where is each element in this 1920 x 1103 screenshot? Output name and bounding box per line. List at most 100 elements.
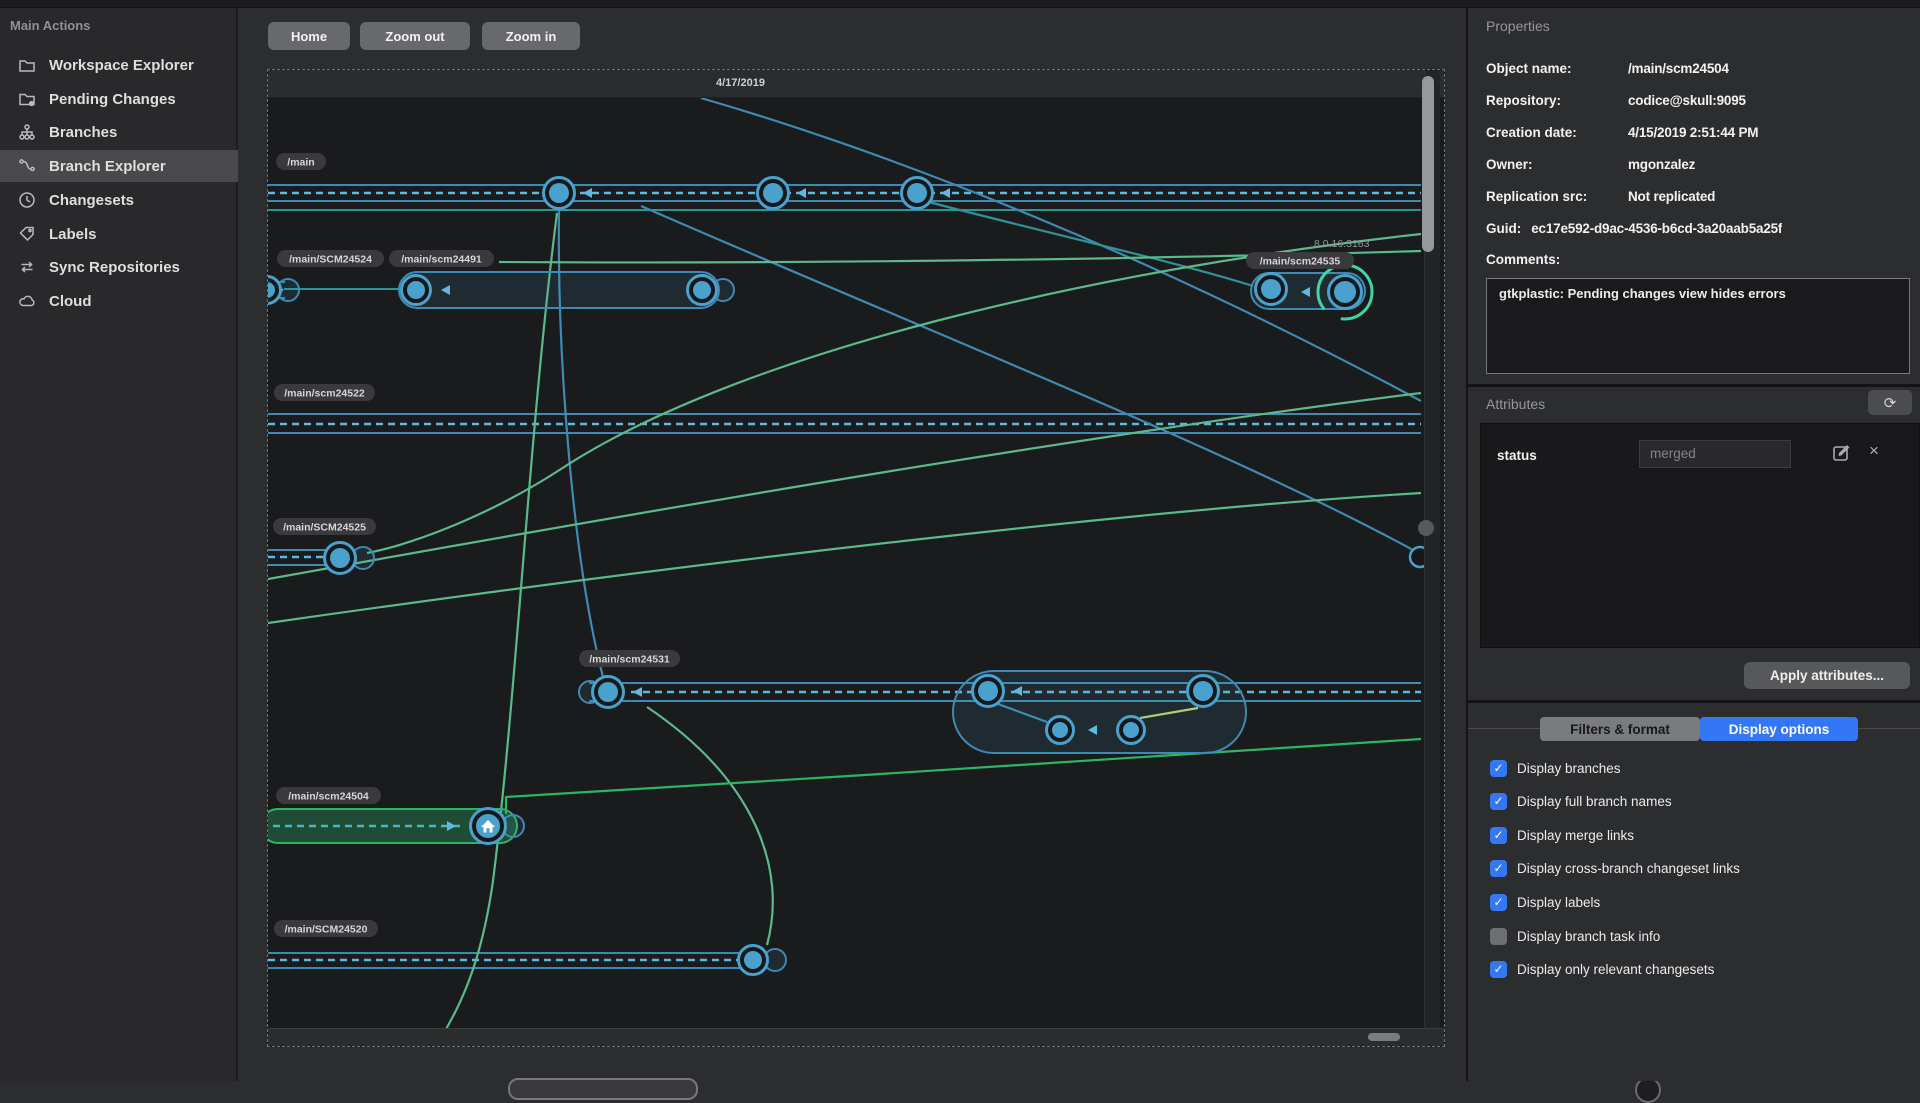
property-row: Object name: /main/scm24504	[1486, 52, 1912, 84]
checkbox-label: Display branch task info	[1517, 928, 1661, 944]
sidebar-item-cloud[interactable]: Cloud	[0, 285, 238, 317]
property-value: mgonzalez	[1628, 156, 1696, 172]
tab-filters-format[interactable]: Filters & format	[1540, 717, 1700, 741]
checked-checkbox-icon[interactable]: ✓	[1490, 759, 1507, 777]
sidebar-item-branch-explorer[interactable]: Branch Explorer	[0, 150, 238, 182]
checked-checkbox-icon[interactable]: ✓	[1490, 860, 1507, 878]
property-value: Not replicated	[1628, 188, 1716, 204]
property-row: Replication src: Not replicated	[1486, 180, 1912, 212]
edit-icon	[1833, 445, 1850, 461]
unchecked-checkbox-icon[interactable]: ✓	[1490, 927, 1507, 945]
checkbox-row-display-full-branch-names[interactable]: ✓ Display full branch names	[1490, 790, 1672, 814]
sidebar-item-labels[interactable]: Labels	[0, 218, 238, 250]
checkbox-label: Display merge links	[1517, 827, 1635, 843]
checked-checkbox-icon[interactable]: ✓	[1490, 793, 1507, 811]
home-button[interactable]: Home	[268, 22, 350, 50]
property-row: Guid: ec17e592-d9ac-4536-b6cd-3a20aab5a25…	[1486, 212, 1912, 244]
properties-title: Properties	[1486, 18, 1550, 34]
property-value: /main/scm24504	[1628, 60, 1729, 76]
property-label: Owner:	[1486, 156, 1533, 172]
tag-icon	[17, 224, 37, 244]
sidebar-item-label: Branch Explorer	[49, 157, 166, 175]
remove-attribute-button[interactable]: ×	[1863, 440, 1885, 462]
comments-box[interactable]: gtkplastic: Pending changes view hides e…	[1486, 278, 1910, 374]
refresh-button[interactable]: ⟳	[1868, 390, 1912, 415]
sidebar: Main Actions Workspace Explorer Pending C…	[0, 8, 238, 1081]
apply-attributes-button[interactable]: Apply attributes...	[1744, 662, 1910, 689]
zoom-out-button[interactable]: Zoom out	[360, 22, 470, 50]
vertical-scrollbar-thumb[interactable]	[1422, 76, 1434, 252]
sidebar-item-label: Changesets	[49, 191, 135, 209]
tree-icon	[17, 122, 37, 142]
property-label: Repository:	[1486, 92, 1562, 108]
sidebar-item-label: Labels	[49, 225, 97, 243]
property-label: Object name:	[1486, 60, 1572, 76]
property-row: Creation date: 4/15/2019 2:51:44 PM	[1486, 116, 1912, 148]
property-value: 4/15/2019 2:51:44 PM	[1628, 124, 1759, 140]
checked-checkbox-icon[interactable]: ✓	[1490, 893, 1507, 911]
branch-label[interactable]: /main/scm24522	[284, 388, 365, 400]
canvas-footer	[268, 1028, 1444, 1046]
section-divider	[1468, 384, 1920, 387]
branch-label[interactable]: /main/scm24531	[589, 654, 670, 666]
sync-icon	[17, 257, 37, 277]
checkbox-row-display-only-relevant-changesets[interactable]: ✓ Display only relevant changesets	[1490, 958, 1714, 982]
sidebar-item-branches[interactable]: Branches	[0, 116, 238, 148]
bottom-horizontal-scrollbar[interactable]	[508, 1078, 698, 1100]
checkbox-row-display-labels[interactable]: ✓ Display labels	[1490, 890, 1600, 914]
property-value: codice@skull:9095	[1628, 92, 1746, 108]
right-panel: Properties Object name: /main/scm24504 Rep…	[1466, 8, 1920, 1081]
property-row: Repository: codice@skull:9095	[1486, 84, 1912, 116]
refresh-icon: ⟳	[1883, 394, 1897, 412]
date-label: 4/17/2019	[716, 77, 765, 89]
branch-explorer-canvas[interactable]: /main/main/SCM24524/main/scm24491/main/s…	[267, 69, 1445, 1047]
branch-label[interactable]: /main/SCM24524	[289, 254, 372, 266]
clock-icon	[17, 190, 37, 210]
checkbox-row-display-branch-task-info[interactable]: ✓ Display branch task info	[1490, 924, 1660, 948]
checkbox-row-display-cross-branch-changeset-links[interactable]: ✓ Display cross-branch changeset links	[1490, 857, 1740, 881]
vertical-scrollbar[interactable]	[1422, 70, 1440, 1046]
horizontal-scrollbar-thumb[interactable]	[1368, 1033, 1400, 1041]
zoom-in-button[interactable]: Zoom in	[482, 22, 580, 50]
sidebar-item-label: Cloud	[49, 292, 92, 310]
sidebar-item-workspace-explorer[interactable]: Workspace Explorer	[0, 49, 238, 81]
edit-attribute-button[interactable]	[1831, 442, 1853, 464]
attributes-table[interactable]: status merged ×	[1480, 423, 1920, 648]
checkbox-label: Display cross-branch changeset links	[1517, 861, 1740, 877]
tab-display-options[interactable]: Display options	[1700, 717, 1858, 741]
property-label: Creation date:	[1486, 124, 1577, 140]
sidebar-item-sync-repositories[interactable]: Sync Repositories	[0, 251, 238, 283]
checkbox-label: Display labels	[1517, 894, 1601, 910]
sidebar-header: Main Actions	[10, 18, 91, 33]
checked-checkbox-icon[interactable]: ✓	[1490, 961, 1507, 979]
window-top-bar	[0, 0, 1920, 8]
branch-label[interactable]: /main/scm24535	[1260, 256, 1341, 268]
branch-label[interactable]: /main/SCM24520	[285, 924, 368, 936]
sidebar-item-label: Pending Changes	[49, 90, 176, 108]
sidebar-item-changesets[interactable]: Changesets	[0, 184, 238, 216]
folder-badge-icon	[17, 89, 37, 109]
attribute-value-field[interactable]: merged	[1639, 440, 1791, 468]
branch-label[interactable]: /main/scm24504	[288, 791, 369, 803]
checked-checkbox-icon[interactable]: ✓	[1490, 826, 1507, 844]
cloud-icon	[17, 291, 37, 311]
comments-label: Comments:	[1486, 252, 1561, 267]
checkbox-label: Display only relevant changesets	[1517, 962, 1715, 978]
property-value: ec17e592-d9ac-4536-b6cd-3a20aab5a25f	[1531, 220, 1783, 236]
section-divider-2	[1468, 700, 1920, 703]
version-label: 8.0.16.3163	[1314, 238, 1370, 250]
scrollbar-handle-bump[interactable]	[1418, 520, 1434, 536]
attributes-title: Attributes	[1486, 396, 1546, 412]
branch-label[interactable]: /main/scm24491	[401, 254, 482, 266]
sidebar-item-label: Branches	[49, 123, 118, 141]
sidebar-item-pending-changes[interactable]: Pending Changes	[0, 83, 238, 115]
close-icon: ×	[1869, 441, 1879, 460]
checkbox-label: Display branches	[1517, 760, 1621, 776]
canvas-date-header: 4/17/2019	[268, 70, 1444, 98]
branch-label[interactable]: /main	[287, 157, 314, 169]
property-label: Guid:	[1486, 220, 1522, 236]
checkbox-row-display-merge-links[interactable]: ✓ Display merge links	[1490, 823, 1634, 847]
branch-label[interactable]: /main/SCM24525	[283, 522, 366, 534]
checkbox-row-display-branches[interactable]: ✓ Display branches	[1490, 756, 1621, 780]
branch-graph[interactable]: /main/main/SCM24524/main/scm24491/main/s…	[268, 70, 1445, 1047]
